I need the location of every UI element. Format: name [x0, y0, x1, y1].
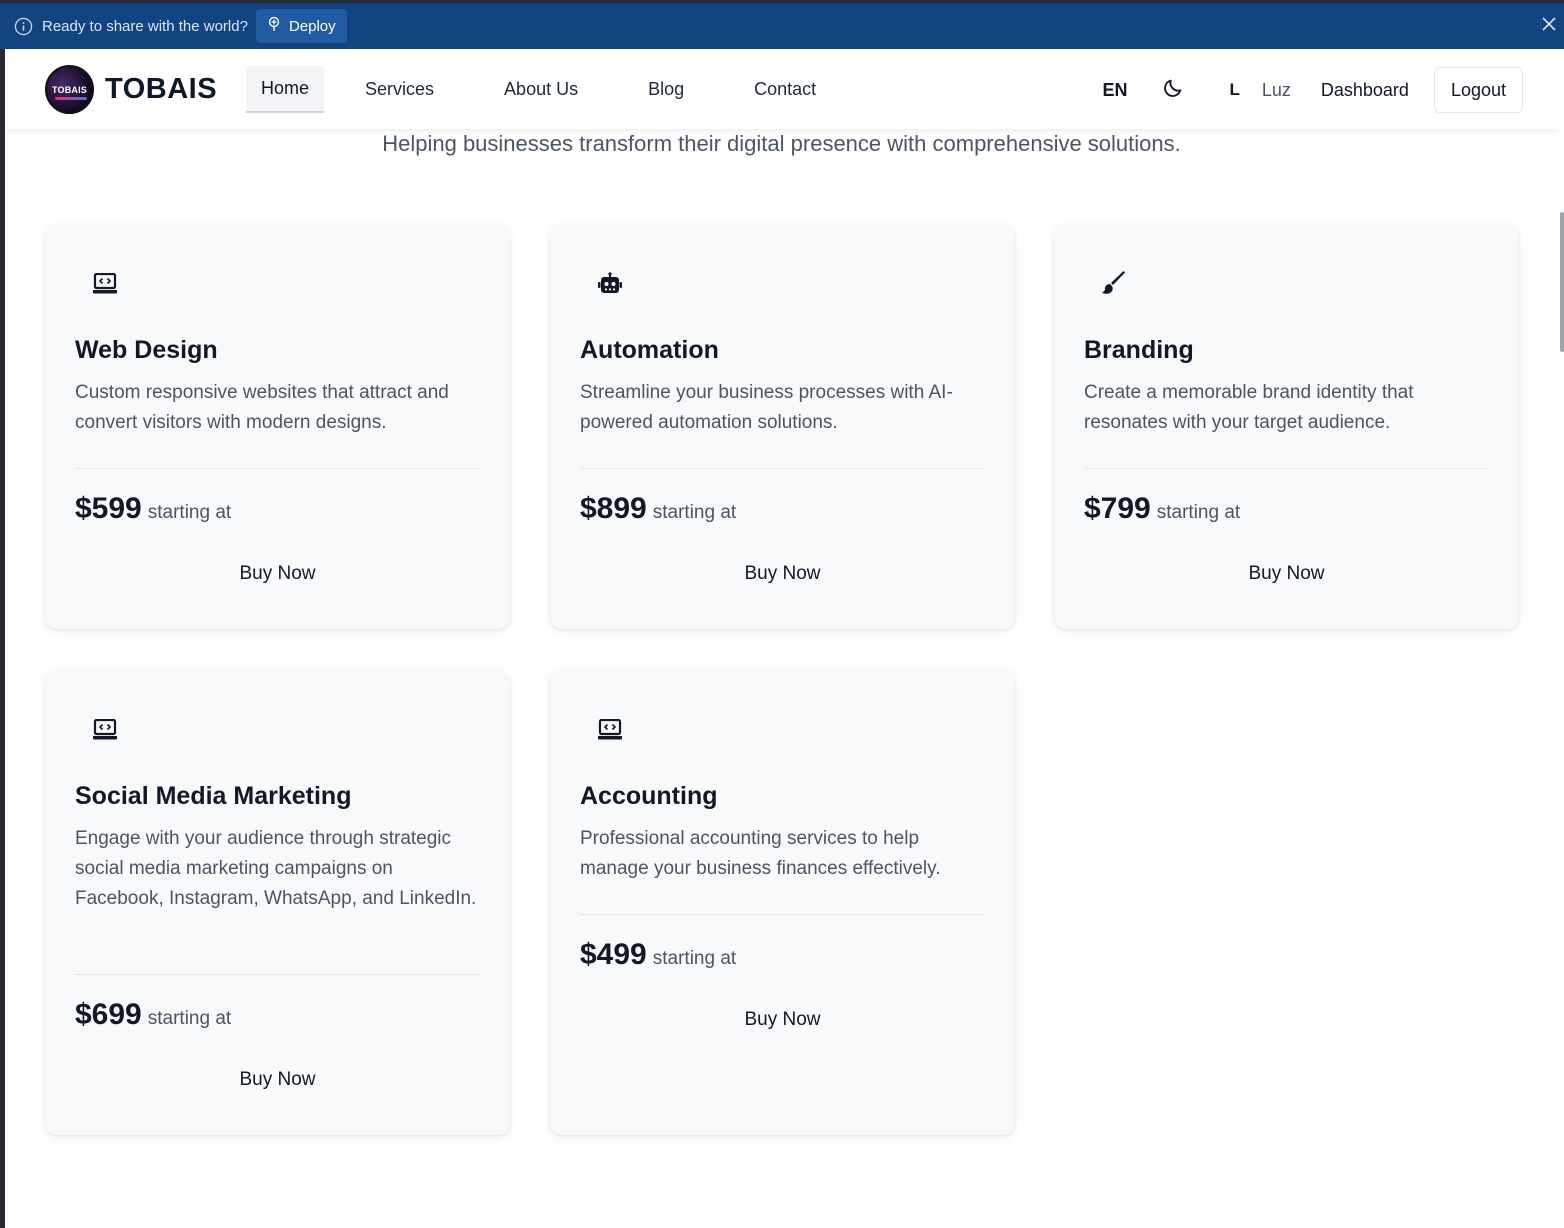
card-divider: [75, 468, 480, 469]
service-card-branding: Branding Create a memorable brand identi…: [1054, 224, 1519, 629]
close-banner-button[interactable]: [1538, 15, 1560, 37]
buy-now-button[interactable]: Buy Now: [45, 1069, 510, 1091]
price-row: $699 starting at: [75, 998, 231, 1032]
nav-link-contact[interactable]: Contact: [739, 66, 831, 113]
theme-toggle-button[interactable]: [1161, 78, 1185, 102]
deploy-label: Deploy: [288, 17, 336, 35]
card-divider: [580, 914, 985, 915]
price-row: $499 starting at: [580, 938, 736, 972]
price: $799: [1084, 492, 1151, 525]
banner-message: Ready to share with the world?: [42, 17, 248, 35]
paintbrush-icon: [1100, 270, 1128, 298]
card-title: Accounting: [580, 782, 718, 810]
main-navbar: TOBAIS TOBAIS Home Services About Us Blo…: [5, 49, 1558, 129]
logo-image: TOBAIS: [45, 65, 94, 114]
card-description: Create a memorable brand identity that r…: [1084, 382, 1414, 433]
price: $499: [580, 938, 647, 971]
laptop-code-icon: [91, 716, 119, 744]
service-card-web-design: Web Design Custom responsive websites th…: [45, 224, 510, 629]
nav-link-about-us[interactable]: About Us: [489, 66, 593, 113]
nav-link-services[interactable]: Services: [350, 66, 449, 113]
card-title: Social Media Marketing: [75, 782, 352, 810]
card-description: Engage with your audience through strate…: [75, 828, 477, 909]
card-description: Streamline your business processes with …: [580, 382, 953, 433]
price: $699: [75, 998, 142, 1031]
page-viewport: TOBAIS TOBAIS Home Services About Us Blo…: [5, 49, 1558, 1228]
buy-now-button[interactable]: Buy Now: [550, 563, 1015, 585]
price-note: starting at: [652, 502, 737, 523]
card-divider: [1084, 468, 1489, 469]
laptop-code-icon: [596, 716, 624, 744]
logout-button[interactable]: Logout: [1433, 67, 1523, 113]
service-card-automation: Automation Streamline your business proc…: [550, 224, 1015, 629]
card-title: Branding: [1084, 336, 1194, 364]
robot-icon: [596, 270, 624, 298]
close-icon: [1542, 16, 1556, 36]
brand-name: TOBAIS: [105, 73, 218, 105]
nav-links: Home Services About Us Blog Contact: [246, 66, 831, 113]
logo-link[interactable]: TOBAIS TOBAIS: [45, 65, 217, 114]
username: Luz: [1261, 79, 1291, 100]
deploy-icon: [267, 16, 281, 36]
price-note: starting at: [1156, 502, 1241, 523]
price-row: $599 starting at: [75, 492, 231, 526]
card-divider: [580, 468, 985, 469]
buy-now-button[interactable]: Buy Now: [45, 563, 510, 585]
price-note: starting at: [147, 502, 232, 523]
card-title: Automation: [580, 336, 719, 364]
price-note: starting at: [147, 1008, 232, 1029]
service-card-social-media-marketing: Social Media Marketing Engage with your …: [45, 670, 510, 1135]
nav-actions: EN L Luz Dashboard Logout: [1102, 67, 1523, 113]
nav-link-blog[interactable]: Blog: [633, 66, 699, 113]
user-avatar[interactable]: L: [1229, 80, 1239, 100]
info-icon: [13, 16, 33, 36]
price: $899: [580, 492, 647, 525]
card-description: Professional accounting services to help…: [580, 828, 941, 879]
deploy-button[interactable]: Deploy: [255, 9, 347, 43]
laptop-code-icon: [91, 270, 119, 298]
nav-link-home[interactable]: Home: [246, 66, 325, 113]
card-divider: [75, 974, 480, 975]
dashboard-link[interactable]: Dashboard: [1321, 80, 1409, 101]
price-row: $799 starting at: [1084, 492, 1240, 526]
price-row: $899 starting at: [580, 492, 736, 526]
buy-now-button[interactable]: Buy Now: [1054, 563, 1519, 585]
section-subtitle: Helping businesses transform their digit…: [382, 131, 1181, 156]
deploy-banner: Ready to share with the world? Deploy: [0, 3, 1564, 49]
card-description: Custom responsive websites that attract …: [75, 382, 449, 433]
price: $599: [75, 492, 142, 525]
card-title: Web Design: [75, 336, 218, 364]
service-card-accounting: Accounting Professional accounting servi…: [550, 670, 1015, 1135]
buy-now-button[interactable]: Buy Now: [550, 1009, 1015, 1031]
scrollbar-thumb[interactable]: [1560, 212, 1564, 352]
language-selector[interactable]: EN: [1102, 80, 1127, 101]
moon-icon: [1162, 77, 1184, 104]
price-note: starting at: [652, 948, 737, 969]
